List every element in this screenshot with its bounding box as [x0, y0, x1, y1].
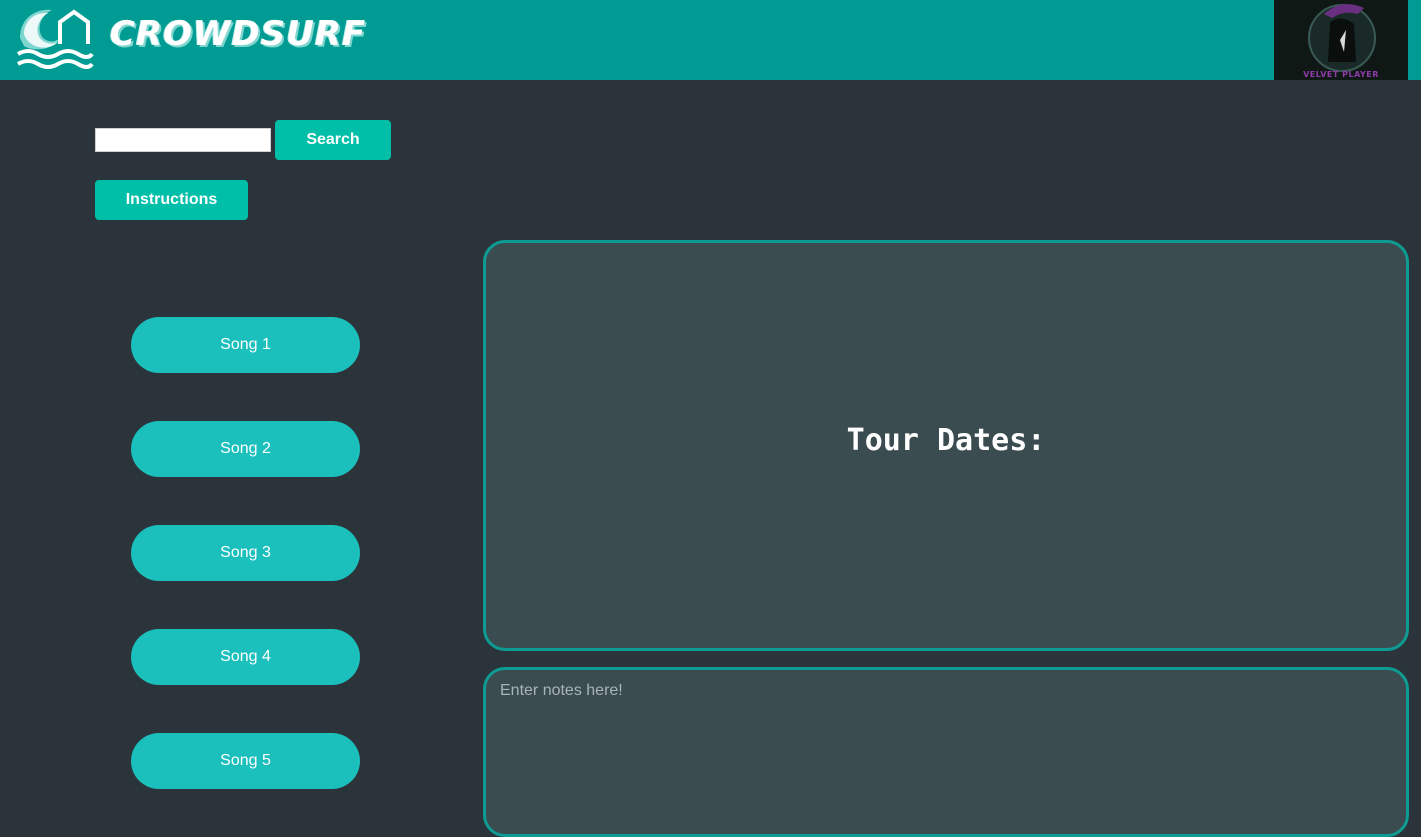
song-button-5[interactable]: Song 5	[131, 733, 360, 789]
song-button-4[interactable]: Song 4	[131, 629, 360, 685]
song-button-3[interactable]: Song 3	[131, 525, 360, 581]
brand-title: CROWDSURF	[110, 14, 367, 54]
wave-house-icon[interactable]	[14, 4, 94, 74]
song-button-1[interactable]: Song 1	[131, 317, 360, 373]
instructions-button[interactable]: Instructions	[95, 180, 248, 220]
tour-dates-title: Tour Dates:	[846, 423, 1046, 458]
search-button[interactable]: Search	[275, 120, 391, 160]
artist-thumbnail: VELVET PLAYER	[1274, 0, 1408, 80]
tour-dates-panel: Tour Dates:	[483, 240, 1409, 651]
app-header: CROWDSURF VELVET PLAYER	[0, 0, 1421, 80]
artist-thumbnail-caption: VELVET PLAYER	[1303, 70, 1379, 79]
artist-silhouette-icon	[1308, 4, 1376, 72]
search-input[interactable]	[95, 128, 271, 152]
song-button-2[interactable]: Song 2	[131, 421, 360, 477]
notes-textarea[interactable]	[483, 667, 1409, 837]
